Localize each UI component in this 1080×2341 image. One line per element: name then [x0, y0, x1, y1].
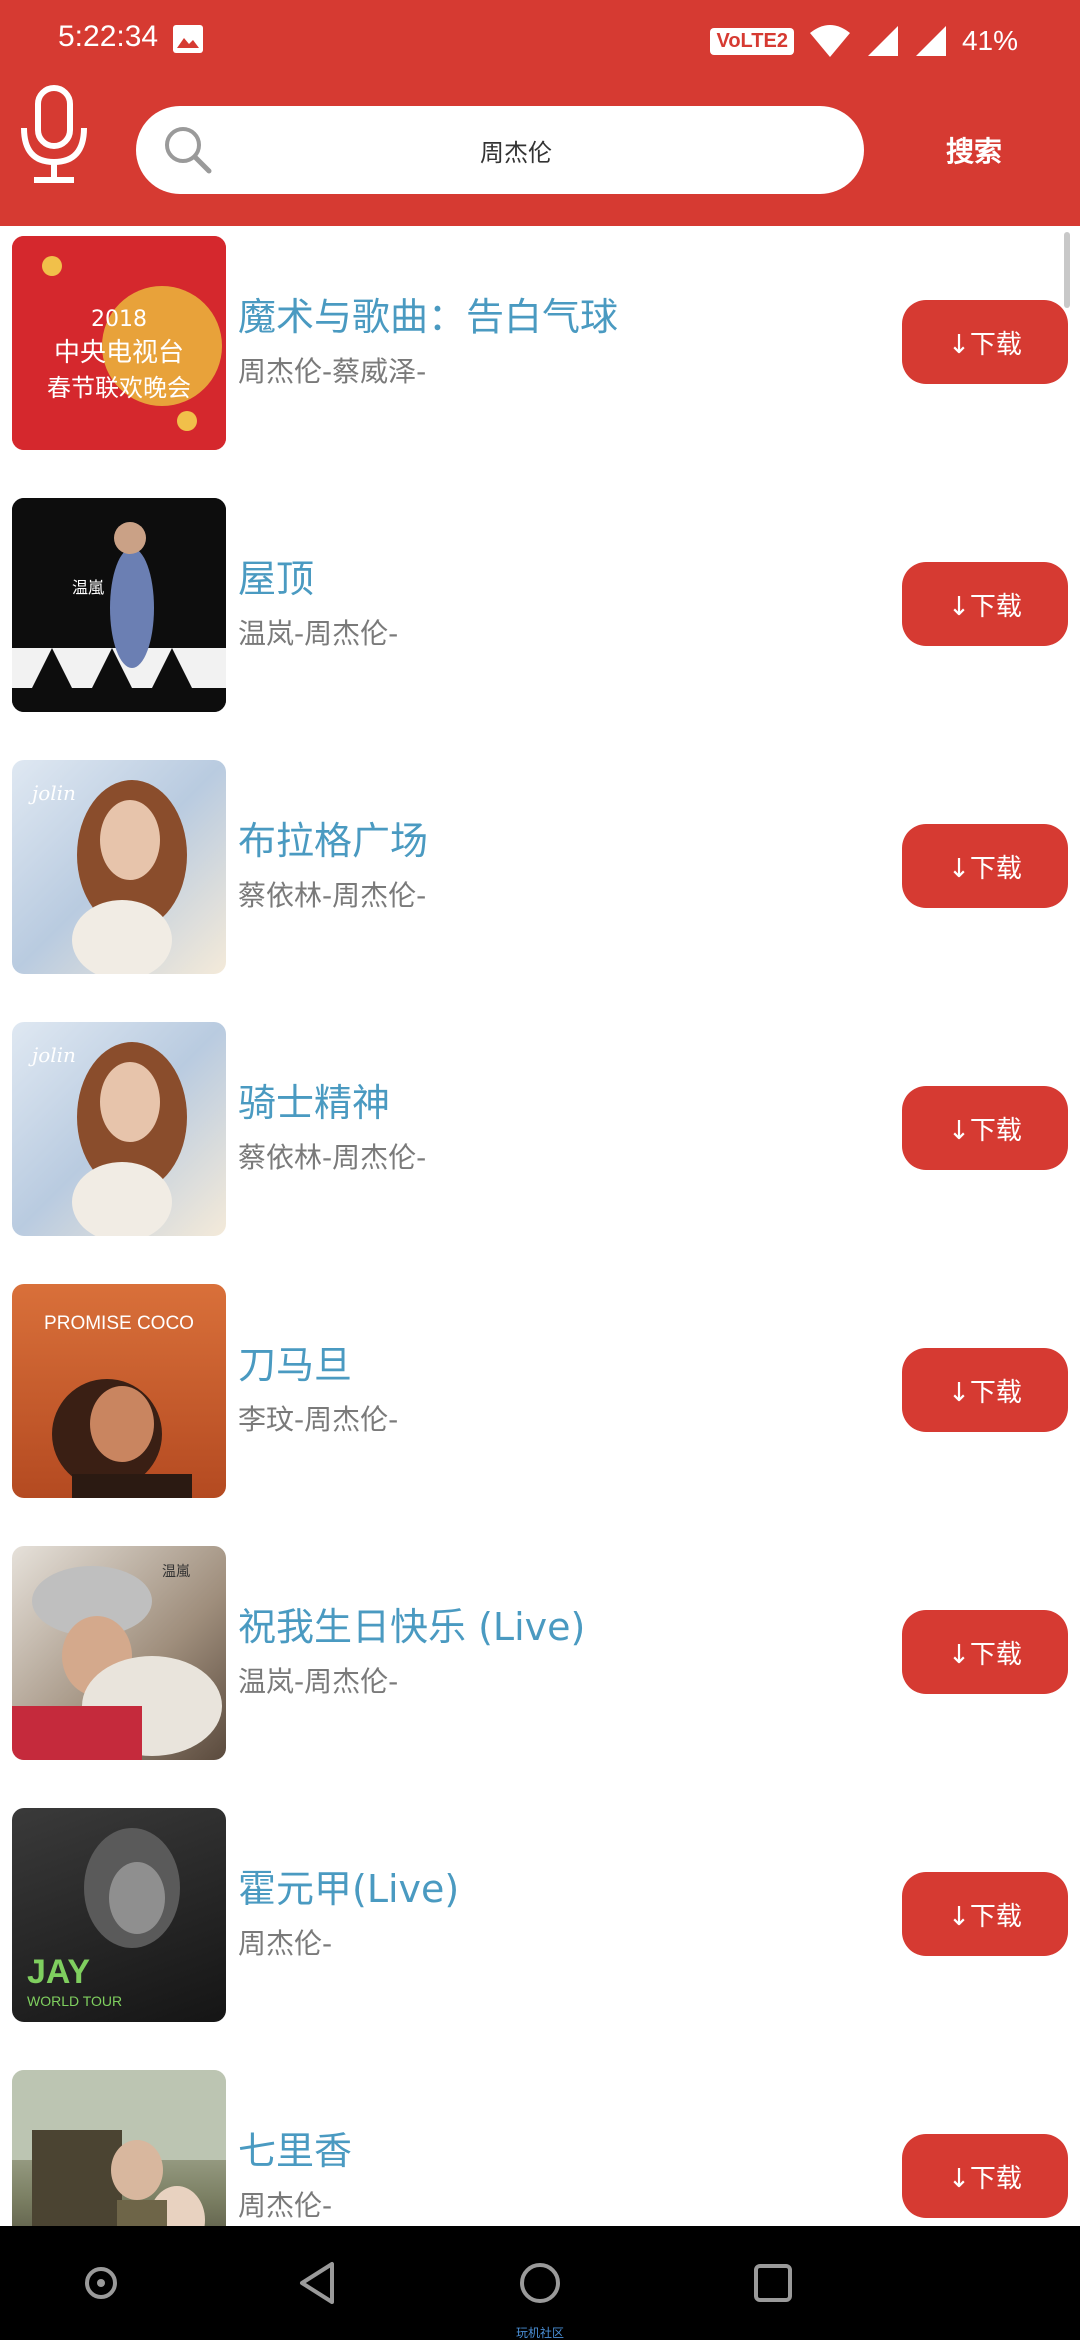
battery-level: 41%	[961, 25, 1018, 56]
cover-text: 2018	[91, 307, 147, 332]
album-cover: 温嵐	[12, 498, 226, 712]
song-row[interactable]: JAY WORLD TOUR 霍元甲(Live) 周杰伦- ↓下载	[0, 1798, 1080, 2060]
download-button[interactable]: ↓下载	[902, 300, 1068, 384]
album-cover-art: jolin	[28, 1042, 187, 1236]
song-artist: 周杰伦-	[238, 2189, 333, 2222]
signal-icon	[867, 26, 898, 56]
app-bar: 搜索	[0, 84, 1080, 226]
status-time: 5:22:34	[58, 20, 159, 53]
song-artist: 温岚-周杰伦-	[238, 617, 399, 650]
download-button[interactable]: ↓下载	[902, 1610, 1068, 1694]
album-cover-art: 温嵐	[12, 498, 226, 712]
album-cover: 温嵐	[12, 1546, 226, 1760]
album-cover-art: JAY WORLD TOUR	[27, 1828, 180, 2009]
status-bar: 5:22:34 VoLTE2 41%	[0, 0, 1080, 84]
download-button[interactable]: ↓下载	[902, 1086, 1068, 1170]
svg-text:JAY: JAY	[27, 1953, 90, 1991]
album-cover-art: 2018 中央电视台 春节联欢晚会	[12, 236, 226, 450]
album-cover: jolin	[12, 760, 226, 974]
watermark-caption: 玩机社区	[515, 2326, 564, 2340]
scrollbar-thumb[interactable]	[1064, 232, 1070, 308]
song-row[interactable]: jolin 骑士精神 蔡依林-周杰伦- ↓下载	[0, 1012, 1080, 1274]
song-artist: 李玟-周杰伦-	[238, 1403, 399, 1436]
svg-text:jolin: jolin	[28, 1043, 76, 1067]
svg-text:温嵐: 温嵐	[72, 578, 104, 597]
search-box[interactable]	[136, 106, 864, 194]
song-row[interactable]: 温嵐 屋顶 温岚-周杰伦- ↓下载	[0, 488, 1080, 750]
search-icon	[165, 127, 212, 174]
svg-text:PROMISE COCO: PROMISE COCO	[44, 1313, 194, 1334]
recents-icon[interactable]	[746, 2256, 800, 2310]
song-artist: 温岚-周杰伦-	[238, 1665, 399, 1698]
download-button[interactable]: ↓下载	[902, 824, 1068, 908]
album-cover-art: PROMISE COCO	[44, 1313, 194, 1498]
song-title[interactable]: 魔术与歌曲：告白气球	[238, 286, 618, 341]
svg-text:春节联欢晚会: 春节联欢晚会	[47, 374, 191, 402]
album-cover: 2018 中央电视台 春节联欢晚会	[12, 236, 226, 450]
song-title[interactable]: 霍元甲(Live)	[238, 1858, 459, 1913]
album-cover: PROMISE COCO	[12, 1284, 226, 1498]
song-list[interactable]: 2018 中央电视台 春节联欢晚会 魔术与歌曲：告白气球 周杰伦-蔡威泽- ↓下…	[0, 226, 1080, 2226]
wifi-icon	[809, 25, 850, 57]
album-cover	[12, 2070, 226, 2226]
song-row[interactable]: 2018 中央电视台 春节联欢晚会 魔术与歌曲：告白气球 周杰伦-蔡威泽- ↓下…	[0, 226, 1080, 488]
song-title[interactable]: 布拉格广场	[238, 810, 428, 865]
svg-text:温嵐: 温嵐	[162, 1564, 190, 1580]
song-title[interactable]: 骑士精神	[238, 1072, 390, 1127]
svg-text:jolin: jolin	[28, 781, 76, 805]
image-notification-icon	[173, 25, 203, 53]
song-title[interactable]: 祝我生日快乐 (Live)	[238, 1596, 585, 1651]
song-artist: 周杰伦-蔡威泽-	[238, 355, 427, 388]
download-button[interactable]: ↓下载	[902, 1872, 1068, 1956]
album-cover-art	[12, 2070, 226, 2226]
album-cover: jolin	[12, 1022, 226, 1236]
song-artist: 蔡依林-周杰伦-	[238, 879, 427, 912]
volte-badge: VoLTE2	[710, 27, 794, 55]
signal-icon-2	[915, 26, 946, 56]
song-title[interactable]: 七里香	[238, 2120, 352, 2175]
album-cover-art: jolin	[28, 780, 187, 974]
song-row[interactable]: PROMISE COCO 刀马旦 李玟-周杰伦- ↓下载	[0, 1274, 1080, 1536]
search-input[interactable]	[236, 106, 796, 194]
download-button[interactable]: ↓下载	[902, 2134, 1068, 2218]
download-button[interactable]: ↓下载	[902, 1348, 1068, 1432]
microphone-icon[interactable]	[16, 84, 92, 184]
back-icon[interactable]	[292, 2256, 346, 2310]
svg-text:中央电视台: 中央电视台	[54, 338, 184, 368]
navigation-bar: 玩机社区	[0, 2226, 1080, 2340]
song-title[interactable]: 刀马旦	[238, 1334, 352, 1389]
album-cover-art: 温嵐	[12, 1564, 222, 1760]
album-cover: JAY WORLD TOUR	[12, 1808, 226, 2022]
song-row[interactable]: 七里香 周杰伦- ↓下载	[0, 2060, 1080, 2226]
song-artist: 蔡依林-周杰伦-	[238, 1141, 427, 1174]
home-icon[interactable]	[513, 2256, 567, 2310]
song-artist: 周杰伦-	[238, 1927, 333, 1960]
assistant-icon[interactable]	[74, 2256, 128, 2310]
download-button[interactable]: ↓下载	[902, 562, 1068, 646]
song-title[interactable]: 屋顶	[238, 548, 314, 603]
song-row[interactable]: 温嵐 祝我生日快乐 (Live) 温岚-周杰伦- ↓下载	[0, 1536, 1080, 1798]
song-row[interactable]: jolin 布拉格广场 蔡依林-周杰伦- ↓下载	[0, 750, 1080, 1012]
status-indicators: VoLTE2 41%	[710, 18, 1018, 64]
search-button[interactable]: 搜索	[924, 112, 1024, 188]
svg-text:WORLD TOUR: WORLD TOUR	[27, 1993, 122, 2009]
